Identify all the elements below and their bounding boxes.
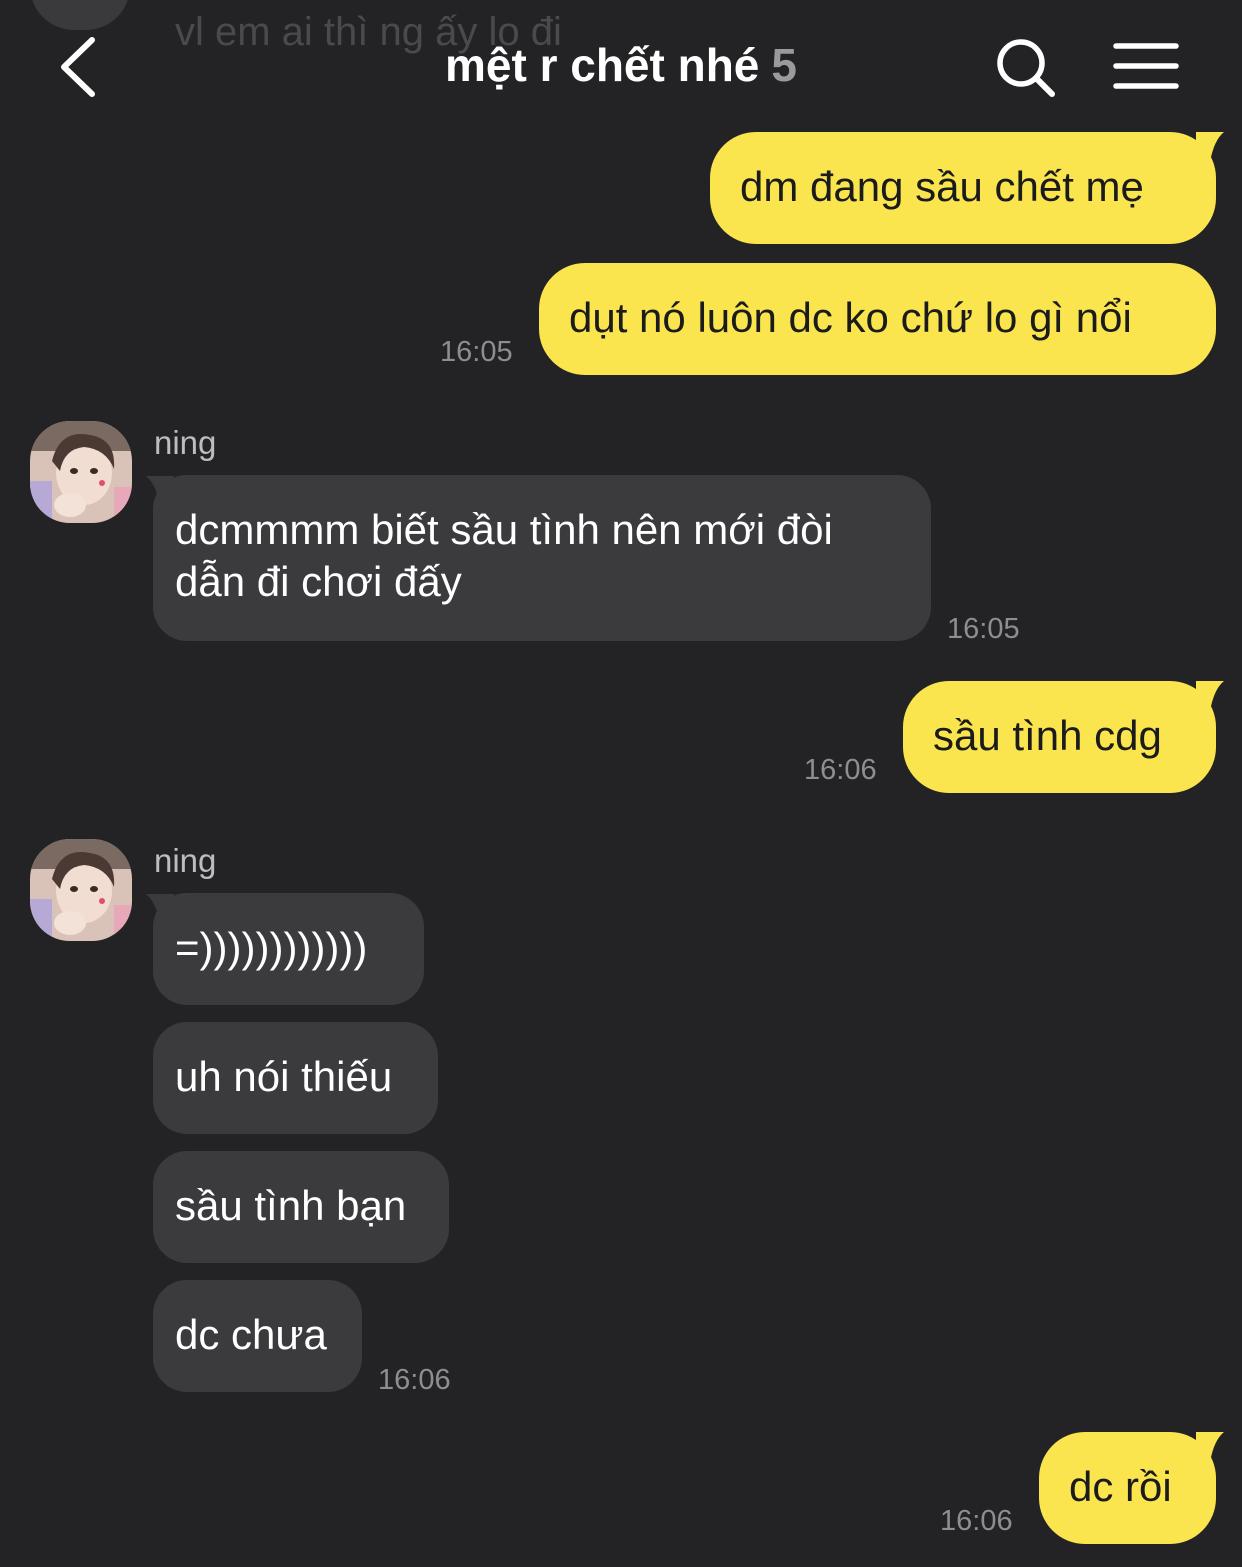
message-text-line: dẫn đi chơi đấy [175, 558, 462, 605]
message-text: sầu tình bạn [175, 1182, 407, 1229]
message-time: 16:05 [947, 613, 1020, 645]
outgoing-message[interactable]: dm đang sầu chết mẹ [710, 132, 1216, 244]
profile-photo [30, 421, 132, 523]
incoming-message[interactable]: dcmmmm biết sầu tình nên mới đòi dẫn đi … [153, 475, 931, 641]
incoming-message[interactable]: sầu tình bạn [153, 1151, 449, 1263]
message-text: dc rồi [1069, 1463, 1172, 1510]
message-text: =)))))))))))) [175, 924, 368, 971]
incoming-message[interactable]: uh nói thiếu [153, 1022, 438, 1134]
bubble-tail [1196, 1432, 1224, 1462]
message-time: 16:06 [378, 1364, 451, 1396]
bubble-tail [1196, 681, 1224, 711]
message-text: dụt nó luôn dc ko chứ lo gì nổi [569, 294, 1132, 341]
hamburger-menu-icon [1113, 43, 1179, 89]
bubble-tail [1196, 132, 1224, 162]
search-icon [997, 39, 1055, 97]
chat-name: mệt r chết nhé [444, 39, 760, 91]
avatar[interactable] [30, 839, 132, 941]
outgoing-message[interactable]: dụt nó luôn dc ko chứ lo gì nổi [539, 263, 1216, 375]
outgoing-message[interactable]: dc rồi [1039, 1432, 1216, 1544]
message-time: 16:06 [804, 754, 877, 786]
incoming-message[interactable]: =)))))))))))) [153, 893, 424, 1005]
member-count: 5 [771, 39, 797, 91]
message-text: dc chưa [175, 1311, 327, 1358]
message-text: dm đang sầu chết mẹ [740, 163, 1144, 210]
avatar[interactable] [30, 421, 132, 523]
chat-header: mệt r chết nhé 5 [0, 0, 1242, 130]
message-text-line: dcmmmm biết sầu tình nên mới đòi [175, 506, 833, 553]
message-text: uh nói thiếu [175, 1053, 393, 1100]
profile-photo [30, 839, 132, 941]
message-text: sầu tình cdg [933, 712, 1162, 759]
message-time: 16:06 [940, 1505, 1013, 1537]
sender-name: ning [154, 842, 217, 879]
menu-button[interactable] [1110, 38, 1182, 98]
message-time: 16:05 [440, 336, 513, 368]
sender-name: ning [154, 424, 217, 461]
incoming-message[interactable]: dc chưa [153, 1280, 362, 1392]
search-button[interactable] [992, 34, 1060, 102]
outgoing-message[interactable]: sầu tình cdg [903, 681, 1216, 793]
